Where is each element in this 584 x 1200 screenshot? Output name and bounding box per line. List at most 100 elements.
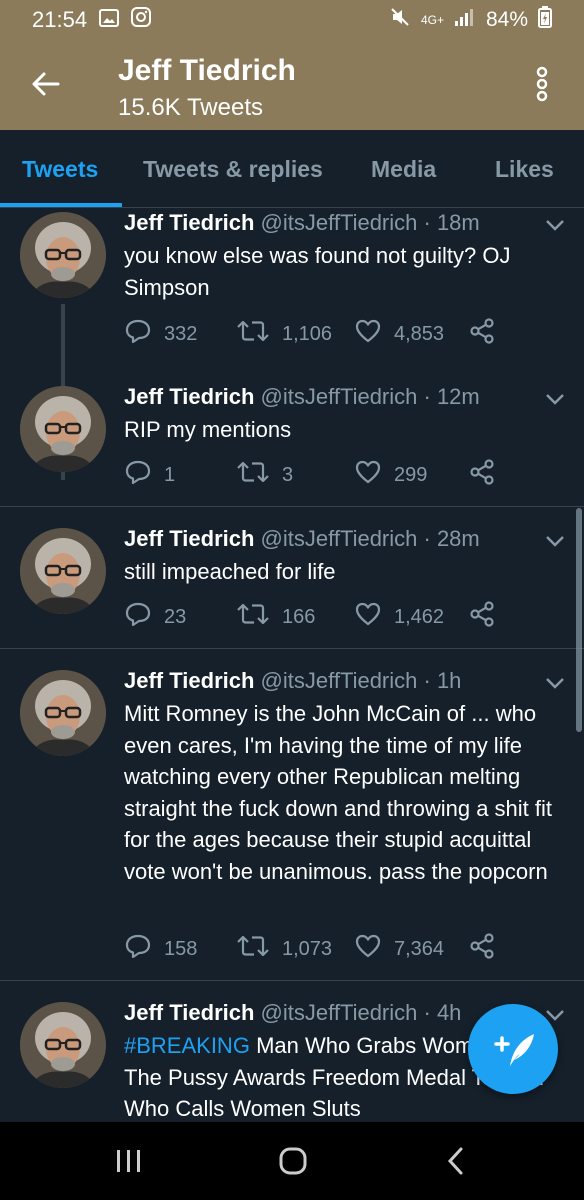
profile-photo [20, 386, 106, 472]
like-count: 299 [394, 463, 428, 486]
profile-photo [20, 1002, 106, 1088]
signal-icon [454, 7, 476, 33]
heart-icon [354, 600, 382, 634]
retweet-button[interactable]: 3 [236, 458, 293, 492]
avatar[interactable] [20, 1002, 106, 1088]
reply-button[interactable]: 1 [124, 458, 175, 492]
chevron-down-icon[interactable] [544, 218, 566, 232]
tweet-time: · 4h [423, 1000, 462, 1025]
reply-button[interactable]: 158 [124, 932, 197, 966]
tweet-header: Jeff Tiedrich @itsJeffTiedrich · 1h [124, 668, 461, 694]
tweet-divider [0, 648, 584, 649]
tweet-divider [0, 980, 584, 981]
retweet-button[interactable]: 166 [236, 600, 315, 634]
tweet-time: · 1h [423, 668, 462, 693]
author-handle: @itsJeffTiedrich [260, 1000, 418, 1025]
tweet-actions: 332 1,106 4,853 [124, 317, 544, 351]
tweet-time: · 18m [423, 210, 480, 235]
hashtag-link[interactable]: #BREAKING [124, 1033, 250, 1058]
speech-bubble-icon [124, 932, 152, 966]
share-icon [468, 317, 496, 351]
speech-bubble-icon [124, 600, 152, 634]
like-count: 7,364 [394, 937, 445, 960]
like-button[interactable]: 1,462 [354, 600, 444, 634]
tweet-text: RIP my mentions [124, 417, 292, 442]
home-icon[interactable] [278, 1146, 308, 1176]
retweet-button[interactable]: 1,073 [236, 932, 332, 966]
avatar[interactable] [20, 528, 106, 614]
tweet-actions: 23 166 1,462 [124, 600, 544, 634]
like-count: 1,462 [394, 605, 445, 628]
chevron-down-icon[interactable] [544, 676, 566, 690]
reply-count: 1 [164, 463, 176, 486]
reply-button[interactable]: 332 [124, 317, 197, 351]
tweet-feed[interactable]: Jeff Tiedrich @itsJeffTiedrich · 18m you… [0, 208, 584, 1122]
back-button[interactable] [26, 64, 66, 104]
chevron-down-icon[interactable] [544, 392, 566, 406]
author-name: Jeff Tiedrich [124, 526, 255, 551]
scrollbar[interactable] [576, 508, 582, 732]
active-tab-indicator [0, 203, 122, 207]
share-icon [468, 600, 496, 634]
retweet-count: 166 [282, 605, 316, 628]
retweet-count: 1,073 [282, 937, 333, 960]
status-bar: 21:54 4G+ 84% [0, 0, 584, 40]
heart-icon [354, 317, 382, 351]
tab-likes[interactable]: Likes [495, 156, 554, 183]
like-button[interactable]: 7,364 [354, 932, 444, 966]
tweet-actions: 1 3 299 [124, 458, 544, 492]
tab-media[interactable]: Media [371, 156, 436, 183]
avatar[interactable] [20, 212, 106, 298]
kebab-menu-icon [536, 66, 548, 102]
battery-percent: 84% [485, 8, 528, 31]
tweet-header: Jeff Tiedrich @itsJeffTiedrich · 4h [124, 1000, 461, 1026]
heart-icon [354, 458, 382, 492]
mute-icon [389, 6, 411, 34]
like-button[interactable]: 299 [354, 458, 427, 492]
retweet-count: 3 [282, 463, 294, 486]
tweet-text: Mitt Romney is the John McCain of ... wh… [124, 701, 553, 884]
battery-icon [538, 6, 552, 34]
author-handle: @itsJeffTiedrich [260, 210, 418, 235]
like-button[interactable]: 4,853 [354, 317, 444, 351]
speech-bubble-icon [124, 317, 152, 351]
status-time: 21:54 [32, 7, 88, 32]
speech-bubble-icon [124, 458, 152, 492]
tweet-text: still impeached for life [124, 559, 336, 584]
share-button[interactable] [468, 932, 496, 966]
more-options-button[interactable] [528, 64, 556, 104]
tab-tweets[interactable]: Tweets [22, 156, 98, 183]
author-handle: @itsJeffTiedrich [260, 384, 418, 409]
reply-count: 23 [164, 605, 187, 628]
author-name: Jeff Tiedrich [124, 1000, 255, 1025]
reply-count: 158 [164, 937, 198, 960]
share-icon [468, 932, 496, 966]
heart-icon [354, 932, 382, 966]
author-handle: @itsJeffTiedrich [260, 526, 418, 551]
like-count: 4,853 [394, 322, 445, 345]
recent-apps-icon[interactable] [114, 1148, 144, 1174]
share-button[interactable] [468, 458, 496, 492]
chevron-down-icon[interactable] [544, 534, 566, 548]
instagram-icon [131, 7, 152, 33]
share-button[interactable] [468, 317, 496, 351]
compose-tweet-button[interactable] [468, 1004, 558, 1094]
gallery-icon [99, 7, 120, 33]
tab-tweets-and-replies[interactable]: Tweets & replies [143, 156, 323, 183]
tweet-header: Jeff Tiedrich @itsJeffTiedrich · 12m [124, 384, 480, 410]
tweet-time: · 28m [423, 526, 480, 551]
share-button[interactable] [468, 600, 496, 634]
network-type: 4G+ [420, 13, 444, 27]
avatar[interactable] [20, 670, 106, 756]
retweet-button[interactable]: 1,106 [236, 317, 332, 351]
retweet-icon [236, 932, 270, 966]
tweet-divider [0, 506, 584, 507]
reply-button[interactable]: 23 [124, 600, 186, 634]
profile-photo [20, 670, 106, 756]
avatar[interactable] [20, 386, 106, 472]
tweet-header: Jeff Tiedrich @itsJeffTiedrich · 18m [124, 210, 480, 236]
retweet-icon [236, 458, 270, 492]
tweet-time: · 12m [423, 384, 480, 409]
back-nav-icon[interactable] [444, 1146, 468, 1176]
author-handle: @itsJeffTiedrich [260, 668, 418, 693]
